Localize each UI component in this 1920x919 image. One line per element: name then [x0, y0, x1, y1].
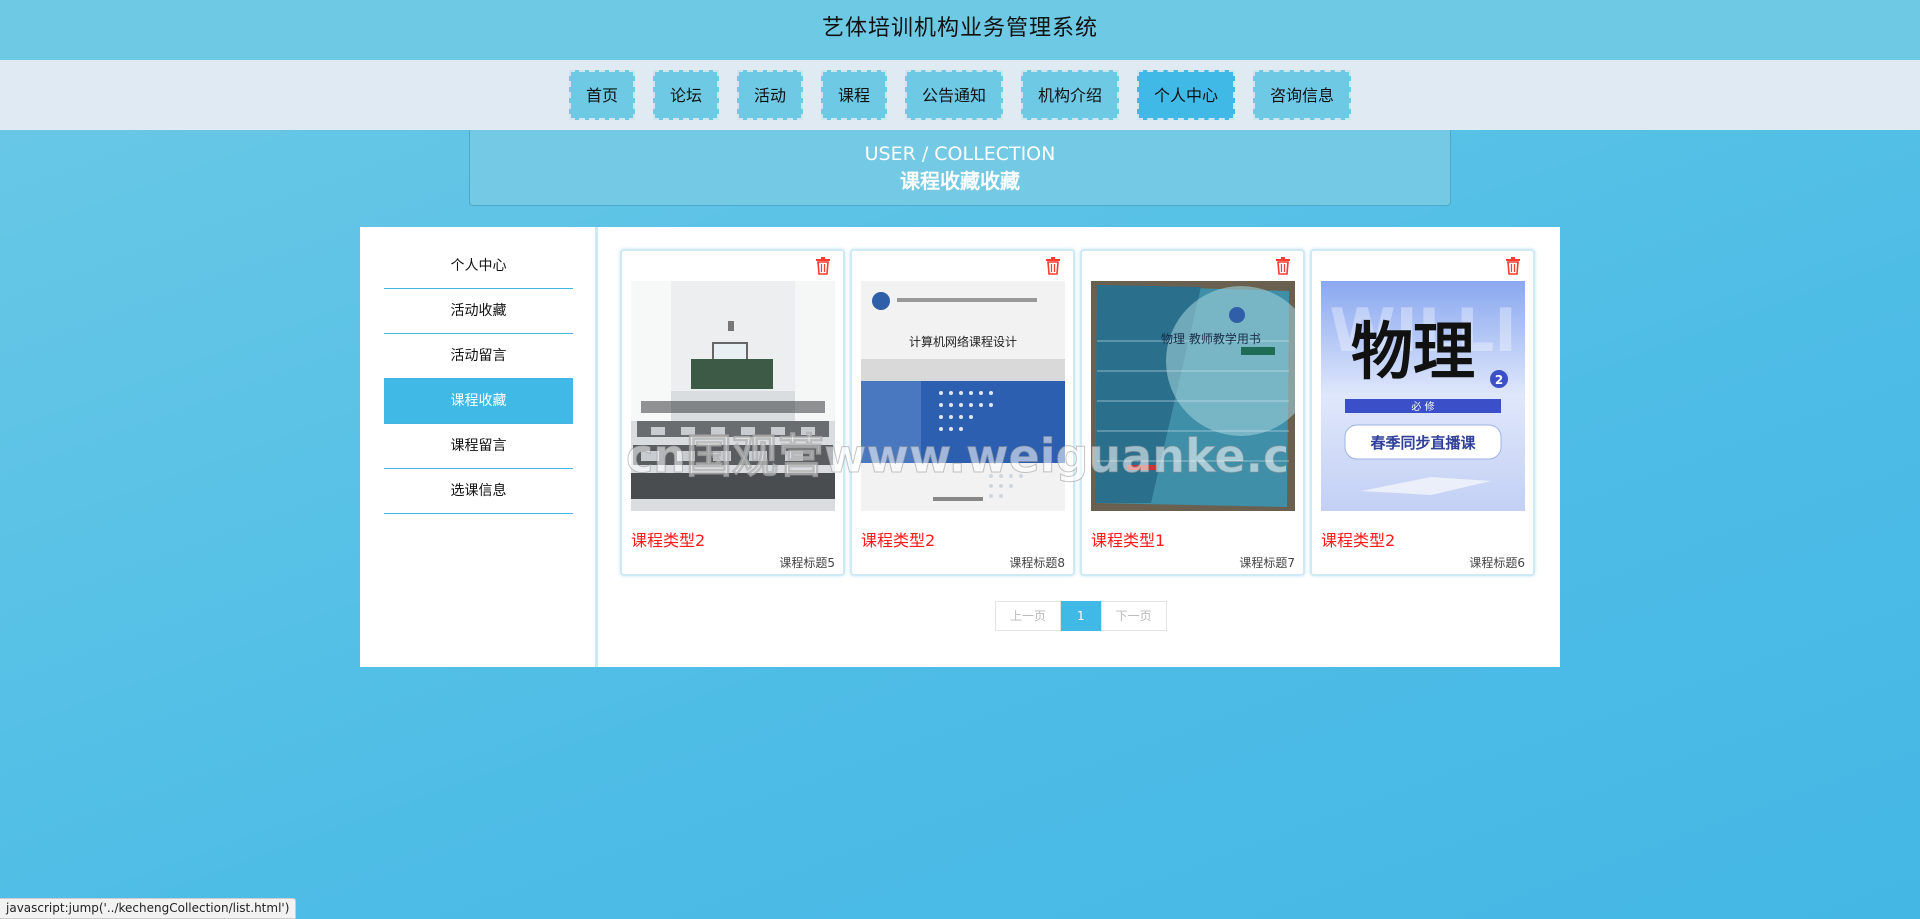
cover-button: 春季同步直播课 [1370, 434, 1476, 452]
cover-badge: 2 [1495, 373, 1503, 387]
cover-title: 物理 [1351, 315, 1475, 388]
cover-band: 必 修 [1411, 400, 1434, 413]
sidebar-item-course-collection[interactable]: 课程收藏 [384, 379, 573, 424]
main-nav: 首页 论坛 活动 课程 公告通知 机构介绍 个人中心 咨询信息 [0, 60, 1920, 130]
banner-subtitle: USER / COLLECTION [864, 143, 1056, 165]
book-cover-network-course[interactable]: 计算机网络课程设计 [861, 281, 1065, 511]
sidebar-item-activity-messages[interactable]: 活动留言 [384, 334, 573, 379]
course-type[interactable]: 课程类型1 [1091, 527, 1165, 551]
nav-item-courses[interactable]: 课程 [820, 70, 887, 120]
sidebar-item-activity-collection[interactable]: 活动收藏 [384, 289, 573, 334]
nav-item-personal-center[interactable]: 个人中心 [1137, 70, 1236, 120]
nav-item-home[interactable]: 首页 [568, 70, 635, 120]
app-title: 艺体培训机构业务管理系统 [0, 0, 1920, 60]
trash-icon[interactable] [1045, 257, 1061, 275]
nav-item-notices[interactable]: 公告通知 [905, 70, 1004, 120]
next-page-button[interactable]: 下一页 [1100, 601, 1167, 631]
status-bar-url: javascript:jump('../kechengCollection/li… [0, 898, 297, 919]
course-title: 课程标题6 [1469, 556, 1525, 570]
course-title: 课程标题5 [779, 556, 835, 570]
nav-item-about[interactable]: 机构介绍 [1021, 70, 1120, 120]
current-page-button[interactable]: 1 [1061, 601, 1101, 631]
trash-icon[interactable] [1275, 257, 1291, 275]
sidebar-item-enrollment-info[interactable]: 选课信息 [384, 469, 573, 514]
sidebar-item-personal-center[interactable]: 个人中心 [384, 244, 573, 289]
course-title: 课程标题8 [1009, 556, 1065, 570]
sidebar: 个人中心 活动收藏 活动留言 课程收藏 课程留言 选课信息 [360, 227, 598, 667]
course-title: 课程标题7 [1239, 556, 1295, 570]
book-cover-physics-2[interactable]: WILLI 物理 2 必 修 春季同步直播课 [1321, 281, 1525, 511]
course-type[interactable]: 课程类型2 [1321, 527, 1395, 551]
classroom-photo[interactable] [631, 281, 835, 511]
course-card[interactable]: 物理 教师教学用书 课程类型1 课程标题7 [1080, 249, 1305, 576]
course-card[interactable]: WILLI 物理 2 必 修 春季同步直播课 课程类型2 课程标题6 [1310, 249, 1535, 576]
course-card[interactable]: 课程类型2 课程标题5 [620, 249, 845, 576]
collection-content: 课程类型2 课程标题5 计算机网络课程设计 课程类型2 课程标题8 物理 教师教… [598, 227, 1560, 667]
main-panel: 个人中心 活动收藏 活动留言 课程收藏 课程留言 选课信息 课程类型2 课程标题… [360, 227, 1560, 667]
page-title: 课程收藏收藏 [900, 169, 1020, 193]
course-type[interactable]: 课程类型2 [631, 527, 705, 551]
pagination: 上一页 1 下一页 [995, 601, 1167, 631]
sidebar-item-course-messages[interactable]: 课程留言 [384, 424, 573, 469]
nav-item-activities[interactable]: 活动 [736, 70, 803, 120]
cover-title: 计算机网络课程设计 [909, 334, 1017, 349]
trash-icon[interactable] [1505, 257, 1521, 275]
nav-item-consulting[interactable]: 咨询信息 [1253, 70, 1352, 120]
cover-title: 物理 教师教学用书 [1161, 331, 1261, 346]
page-banner: USER / COLLECTION 课程收藏收藏 [469, 130, 1451, 206]
nav-item-forum[interactable]: 论坛 [652, 70, 719, 120]
course-card[interactable]: 计算机网络课程设计 课程类型2 课程标题8 [850, 249, 1075, 576]
prev-page-button[interactable]: 上一页 [995, 601, 1062, 631]
trash-icon[interactable] [815, 257, 831, 275]
course-type[interactable]: 课程类型2 [861, 527, 935, 551]
book-cover-physics-teacher[interactable]: 物理 教师教学用书 [1091, 281, 1295, 511]
course-card-list: 课程类型2 课程标题5 计算机网络课程设计 课程类型2 课程标题8 物理 教师教… [620, 249, 1535, 576]
